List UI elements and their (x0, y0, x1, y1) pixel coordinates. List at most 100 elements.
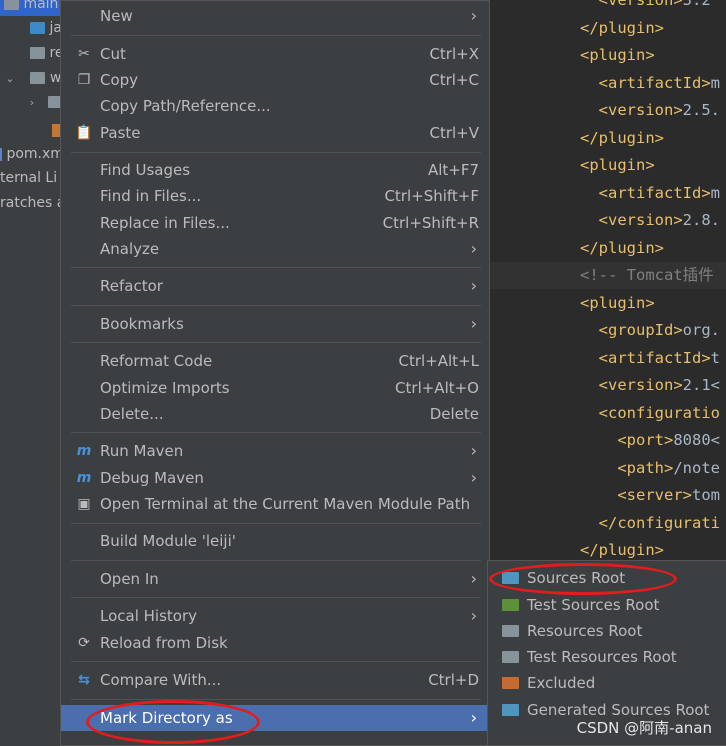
code-line[interactable]: <configuratio (580, 400, 720, 427)
code-line[interactable]: </plugin> (580, 15, 664, 42)
submenu-item-label: Resources Root (527, 622, 643, 640)
submenu-item-test-resources-root[interactable]: Test Resources Root (488, 644, 726, 670)
code-line[interactable]: <port>8080< (580, 427, 720, 454)
chevron-right-icon[interactable]: › (26, 91, 38, 115)
code-line[interactable]: <plugin> (580, 152, 655, 179)
menu-item-label: Paste (100, 124, 141, 142)
menu-item-find-usages[interactable]: Find Usages Alt+F7 (61, 157, 489, 183)
folder-icon (502, 599, 519, 611)
chevron-right-icon: › (470, 708, 477, 727)
tree-row-scratches[interactable]: ratches a (0, 191, 62, 215)
folder-icon (502, 677, 519, 689)
menu-item-shortcut: Ctrl+X (429, 45, 479, 63)
menu-item-paste[interactable]: 📋 Paste Ctrl+V (61, 120, 489, 146)
code-line[interactable]: <version>2.1< (580, 372, 720, 399)
code-line[interactable]: <plugin> (580, 290, 655, 317)
tree-row-java[interactable]: ja (0, 16, 62, 40)
chevron-right-icon: › (470, 6, 477, 25)
menu-item-reformat-code[interactable]: Reformat Code Ctrl+Alt+L (61, 348, 489, 374)
tree-row-external-libraries[interactable]: ternal Li (0, 166, 57, 190)
menu-item-copy-path[interactable]: Copy Path/Reference... (61, 93, 489, 119)
menu-item-label: Optimize Imports (100, 379, 230, 397)
menu-item-label: Run Maven (100, 442, 184, 460)
menu-item-local-history[interactable]: Local History › (61, 603, 489, 629)
menu-item-label: Copy Path/Reference... (100, 97, 271, 115)
chevron-right-icon: › (470, 239, 477, 258)
menu-item-replace-in-files[interactable]: Replace in Files... Ctrl+Shift+R (61, 210, 489, 236)
menu-item-label: Build Module 'leiji' (100, 532, 236, 550)
menu-item-delete[interactable]: Delete... Delete (61, 401, 489, 427)
chevron-right-icon: › (470, 314, 477, 333)
chevron-right-icon: › (470, 606, 477, 625)
menu-item-shortcut: Ctrl+D (428, 671, 479, 689)
code-line[interactable]: <version>3.2 (580, 0, 711, 14)
tree-row-subfolder[interactable]: › (0, 90, 62, 114)
menu-item-label: Open In (100, 570, 159, 588)
menu-item-optimize-imports[interactable]: Optimize Imports Ctrl+Alt+O (61, 375, 489, 401)
code-line[interactable]: <version>2.5. (580, 97, 720, 124)
code-line[interactable]: </configurati (580, 510, 720, 537)
chevron-down-icon[interactable]: ⌄ (4, 67, 16, 91)
menu-item-copy[interactable]: ❐ Copy Ctrl+C (61, 67, 489, 93)
menu-item-label: Cut (100, 45, 126, 63)
maven-debug-icon: m (76, 470, 92, 486)
code-line[interactable]: <artifactId>m (580, 180, 720, 207)
code-line[interactable]: <artifactId>m (580, 70, 720, 97)
chevron-right-icon: › (470, 468, 477, 487)
menu-item-run-maven[interactable]: m Run Maven › (61, 438, 489, 464)
code-line[interactable]: <plugin> (580, 42, 655, 69)
code-line[interactable]: </plugin> (580, 235, 664, 262)
tree-row-webapp[interactable]: ⌄ w (0, 66, 61, 90)
menu-separator (71, 661, 481, 662)
code-line[interactable]: <path>/note (580, 455, 720, 482)
menu-item-label: Open Terminal at the Current Maven Modul… (100, 495, 471, 513)
menu-item-shortcut: Ctrl+Shift+F (384, 187, 479, 205)
menu-item-label: Copy (100, 71, 139, 89)
context-menu: New › ✂ Cut Ctrl+X ❐ Copy Ctrl+C Copy Path/Refer… (60, 0, 490, 746)
code-line[interactable]: <artifactId>t (580, 345, 720, 372)
menu-item-reload-from-disk[interactable]: ⟳ Reload from Disk (61, 630, 489, 656)
folder-icon (30, 22, 45, 34)
tree-row-main[interactable]: main (0, 0, 62, 16)
chevron-right-icon: › (470, 276, 477, 295)
menu-item-debug-maven[interactable]: m Debug Maven › (61, 465, 489, 491)
scissors-icon: ✂ (78, 46, 90, 62)
tree-row-pom[interactable]: pom.xm (0, 142, 62, 166)
menu-separator (71, 305, 481, 306)
submenu-item-excluded[interactable]: Excluded (488, 670, 726, 696)
annotation-ellipse-sources-root (489, 563, 677, 595)
menu-item-label: Delete... (100, 405, 164, 423)
tree-row-file[interactable] (0, 118, 62, 142)
code-line[interactable]: </plugin> (580, 125, 664, 152)
menu-item-label: Bookmarks (100, 315, 184, 333)
folder-icon (502, 704, 519, 716)
menu-item-build-module[interactable]: Build Module 'leiji' (61, 528, 489, 554)
menu-item-cut[interactable]: ✂ Cut Ctrl+X (61, 41, 489, 67)
menu-item-refactor[interactable]: Refactor › (61, 273, 489, 299)
submenu-item-resources-root[interactable]: Resources Root (488, 618, 726, 644)
menu-item-analyze[interactable]: Analyze › (61, 236, 489, 262)
menu-item-new[interactable]: New › (61, 3, 489, 29)
menu-item-label: Replace in Files... (100, 214, 230, 232)
menu-item-shortcut: Delete (429, 405, 479, 423)
submenu-item-test-sources-root[interactable]: Test Sources Root (488, 592, 726, 618)
menu-item-compare-with[interactable]: ⇆ Compare With... Ctrl+D (61, 667, 489, 693)
menu-item-bookmarks[interactable]: Bookmarks › (61, 311, 489, 337)
code-line[interactable]: <groupId>org. (580, 317, 720, 344)
code-line[interactable]: <version>2.8. (580, 207, 720, 234)
menu-item-open-terminal[interactable]: ▣ Open Terminal at the Current Maven Modu… (61, 491, 489, 517)
maven-run-icon: m (76, 443, 92, 459)
menu-item-open-in[interactable]: Open In › (61, 566, 489, 592)
menu-item-label: Find Usages (100, 161, 191, 179)
folder-icon (502, 651, 519, 663)
code-line[interactable]: <!-- Tomcat插件 (490, 262, 726, 289)
terminal-icon: ▣ (77, 496, 91, 512)
code-line[interactable]: <server>tom (580, 482, 720, 509)
tree-row-resources[interactable]: re (0, 41, 62, 65)
compare-icon: ⇆ (78, 672, 90, 688)
menu-separator (71, 597, 481, 598)
copy-icon: ❐ (77, 72, 91, 88)
menu-item-find-in-files[interactable]: Find in Files... Ctrl+Shift+F (61, 183, 489, 209)
menu-item-label: Debug Maven (100, 469, 204, 487)
menu-item-shortcut: Ctrl+V (429, 124, 479, 142)
